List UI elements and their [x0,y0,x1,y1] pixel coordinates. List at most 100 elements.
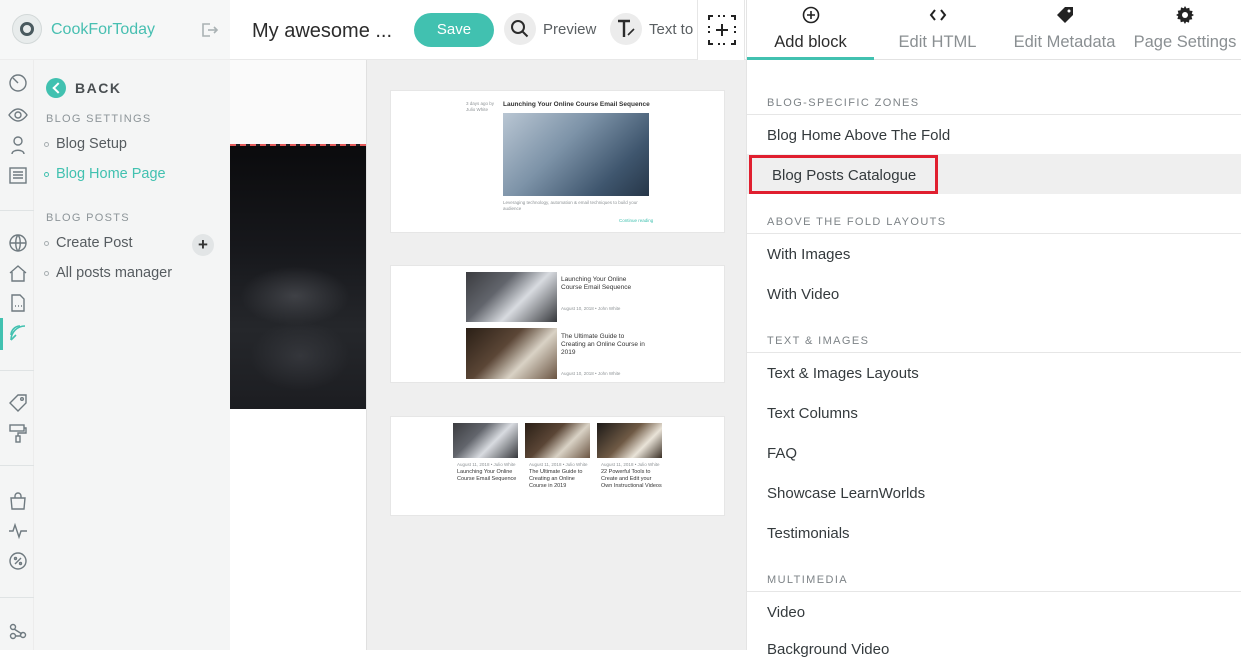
canvas-header-section[interactable] [230,60,366,144]
plus-circle-icon [802,6,819,24]
blog-catalogue-layout-1[interactable]: 3 days ago by Julio White Launching Your… [390,90,725,233]
text-tool-button[interactable]: Text to [610,13,693,45]
block-item-testimonials[interactable]: Testimonials [767,525,850,542]
post-meta: August 10, 2018 • John White [561,371,621,376]
tab-edit-html[interactable]: Edit HTML [874,0,1001,60]
bullet-icon [44,240,49,246]
section-heading-blog-settings: BLOG SETTINGS [46,113,152,125]
block-item-video[interactable]: Video [767,604,805,621]
post-excerpt: Leveraging technology, automation & emai… [503,200,638,211]
section-heading: BLOG-SPECIFIC ZONES [767,97,920,109]
post-title: Launching Your Online Course Email Seque… [457,469,517,482]
dashboard-icon[interactable] [8,73,28,93]
icon-rail [0,60,34,650]
globe-icon[interactable] [8,233,28,253]
sidebar-item-blog-setup[interactable]: Blog Setup [44,136,127,152]
section-divider [747,233,1241,234]
block-item-showcase-learnworlds[interactable]: Showcase LearnWorlds [767,485,925,502]
post-meta: August 11, 2018 • Julio White [601,462,660,467]
sidebar-item-label: Blog Home Page [56,166,166,182]
back-arrow-icon [46,78,66,98]
shopping-bag-icon[interactable] [8,491,28,511]
users-icon[interactable] [8,135,28,155]
logout-icon[interactable] [199,20,219,40]
sidebar-item-all-posts-manager[interactable]: All posts manager [44,265,172,281]
section-divider [747,591,1241,592]
post-meta: 3 days ago by Julio White [466,101,495,112]
continue-reading-link: Continue reading [619,218,654,223]
sidebar-item-blog-home-page[interactable]: Blog Home Page [44,166,166,182]
post-title: Launching Your Online Course Email Seque… [503,101,650,108]
tab-page-settings[interactable]: Page Settings [1128,0,1241,60]
page-title[interactable]: My awesome ... [252,20,392,43]
post-image [597,423,662,458]
blog-feed-icon[interactable] [8,323,28,343]
eye-icon[interactable] [8,105,28,125]
block-item-text-images-layouts[interactable]: Text & Images Layouts [767,365,919,382]
canvas-hero-section[interactable] [230,144,366,409]
blog-catalogue-layout-2[interactable]: Launching Your Online Course Email Seque… [390,265,725,383]
sidebar-item-label: All posts manager [56,265,173,281]
post-meta: August 10, 2018 • John White [561,306,621,311]
block-previews-column: 3 days ago by Julio White Launching Your… [366,60,746,650]
tag-icon[interactable] [8,393,28,413]
tab-add-block[interactable]: Add block [747,0,874,60]
bullet-icon [44,171,49,177]
bullet-icon [44,141,49,147]
section-heading: TEXT & IMAGES [767,335,870,347]
blog-sidebar-menu: BACK BLOG SETTINGS Blog Setup Blog Home … [34,60,230,650]
save-button[interactable]: Save [414,13,494,47]
text-format-icon [610,13,642,45]
discount-gear-icon[interactable] [8,551,28,571]
block-item-text-columns[interactable]: Text Columns [767,405,858,422]
rail-divider [0,597,34,598]
share-nodes-icon[interactable] [8,621,28,641]
tab-label: Edit HTML [898,33,977,51]
page-icon[interactable] [8,293,28,313]
post-meta: August 11, 2018 • Julio White [457,462,516,467]
block-item-blog-home-above-the-fold[interactable]: Blog Home Above The Fold [767,127,950,144]
blog-catalogue-layout-3[interactable]: August 11, 2018 • Julio White Launching … [390,416,725,516]
preview-label: Preview [543,20,597,38]
tab-label: Edit Metadata [1013,33,1116,51]
post-image [503,113,649,196]
code-icon [929,9,946,21]
brand-name[interactable]: CookForToday [51,21,155,39]
block-item-faq[interactable]: FAQ [767,445,797,462]
paint-roller-icon[interactable] [8,423,28,443]
activity-icon[interactable] [8,521,28,541]
post-title: The Ultimate Guide to Creating an Online… [561,333,645,356]
text-tool-label: Text to [649,20,694,38]
section-heading: MULTIMEDIA [767,574,849,586]
block-item-with-images[interactable]: With Images [767,246,850,263]
post-title: 22 Powerful Tools to Create and Edit you… [601,469,662,489]
rail-divider [0,210,34,211]
sidebar-item-label: Blog Setup [56,136,127,152]
tab-edit-metadata[interactable]: Edit Metadata [1001,0,1128,60]
sidebar-item-create-post[interactable]: Create Post [44,235,133,251]
section-heading-blog-posts: BLOG POSTS [46,212,130,224]
post-image [453,423,518,458]
tag-icon [1056,7,1073,23]
brand-header: CookForToday [0,0,230,60]
back-button[interactable]: BACK [46,78,121,98]
preview-button[interactable]: Preview [504,13,596,45]
home-icon[interactable] [8,263,28,283]
brand-logo[interactable] [12,14,42,44]
tab-label: Page Settings [1133,33,1237,51]
editor-toolbar: My awesome ... Save Preview Text to [230,0,746,60]
block-item-with-video[interactable]: With Video [767,286,839,303]
rail-active-indicator [0,318,3,350]
post-meta: August 11, 2018 • Julio White [529,462,588,467]
back-label: BACK [75,80,122,96]
report-icon[interactable] [8,165,28,185]
section-divider [747,114,1241,115]
gear-icon [1176,6,1194,24]
add-block-toggle-button[interactable] [697,0,745,60]
canvas-content-section[interactable] [230,409,366,650]
add-block-icon [708,15,736,45]
post-title: The Ultimate Guide to Creating an Online… [529,469,583,489]
rail-divider [0,370,34,371]
add-post-button[interactable]: + [192,234,214,256]
search-icon [504,13,536,45]
